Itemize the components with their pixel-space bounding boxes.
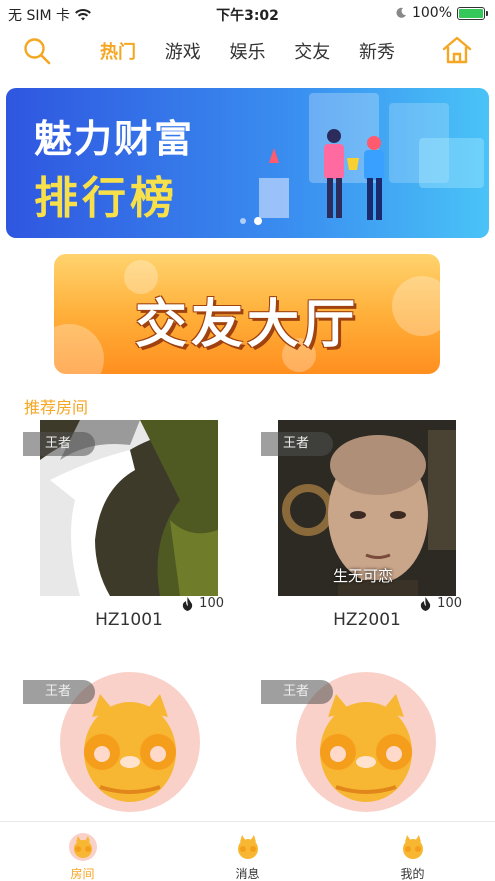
heat-count: 100: [437, 596, 462, 611]
cat-paw-tab-icon: [402, 835, 423, 859]
tab-dating[interactable]: 交友: [294, 38, 330, 64]
heat-count: 100: [199, 596, 224, 611]
banner-title-line2: 排行榜: [34, 173, 178, 224]
rank-badge: 王者: [23, 432, 95, 456]
status-bar: 无 SIM 卡 下午3:02 100%: [0, 0, 495, 26]
search-icon[interactable]: [22, 36, 52, 66]
image-caption: 生无可恋: [332, 567, 393, 585]
tab-label: 我的: [400, 867, 425, 881]
room-heat: 100: [182, 596, 224, 611]
room-name: HZ1001: [95, 610, 163, 630]
rank-badge: 王者: [23, 680, 95, 704]
moon-icon: [396, 7, 406, 18]
banner-illustration: [259, 93, 484, 220]
tab-label: 房间: [70, 867, 95, 881]
tab-label: 消息: [235, 867, 260, 881]
bottom-tab-bar: 房间 消息 我的: [0, 821, 495, 881]
tab-profile[interactable]: 我的: [330, 822, 495, 881]
room-heat: 100: [420, 596, 462, 611]
hall-label: 交友大厅: [134, 295, 359, 355]
fire-icon: [421, 596, 431, 611]
tab-games[interactable]: 游戏: [165, 38, 201, 64]
tab-rooms[interactable]: 房间: [0, 822, 165, 881]
battery-icon: [457, 6, 488, 20]
banner-dot-active[interactable]: [254, 217, 262, 225]
banner-pager[interactable]: [240, 217, 262, 225]
section-title: 推荐房间: [24, 398, 89, 417]
tab-entertainment[interactable]: 娱乐: [230, 38, 266, 64]
tab-hot[interactable]: 热门: [100, 38, 136, 64]
room-card[interactable]: 王者 100 HZ1001: [23, 420, 224, 640]
rank-badge: 王者: [261, 432, 333, 456]
banner-dot[interactable]: [240, 218, 246, 224]
room-name: HZ2001: [333, 610, 401, 630]
home-icon[interactable]: [441, 34, 473, 66]
banner-title-line1: 魅力财富: [34, 117, 195, 161]
tab-messages[interactable]: 消息: [165, 822, 330, 881]
room-card[interactable]: 生无可恋 王者 100 HZ2001: [261, 420, 462, 640]
rank-badge: 王者: [261, 680, 333, 704]
top-nav: 热门 游戏 娱乐 交友 新秀: [0, 30, 495, 72]
category-tabs: 热门 游戏 娱乐 交友 新秀: [100, 38, 395, 64]
dating-hall-button[interactable]: 交友大厅: [54, 254, 440, 374]
cat-paw-tab-icon: [237, 835, 258, 859]
battery-percent: 100%: [411, 5, 452, 21]
ranking-banner[interactable]: 魅力财富 排行榜: [6, 88, 489, 238]
tab-newcomers[interactable]: 新秀: [359, 38, 395, 64]
cat-paw-tab-icon: [68, 833, 97, 861]
room-card[interactable]: 王者: [23, 668, 218, 818]
room-card[interactable]: 王者: [261, 668, 456, 818]
battery-fill: [459, 8, 483, 18]
fire-icon: [183, 596, 193, 611]
status-right: 100%: [395, 5, 488, 21]
